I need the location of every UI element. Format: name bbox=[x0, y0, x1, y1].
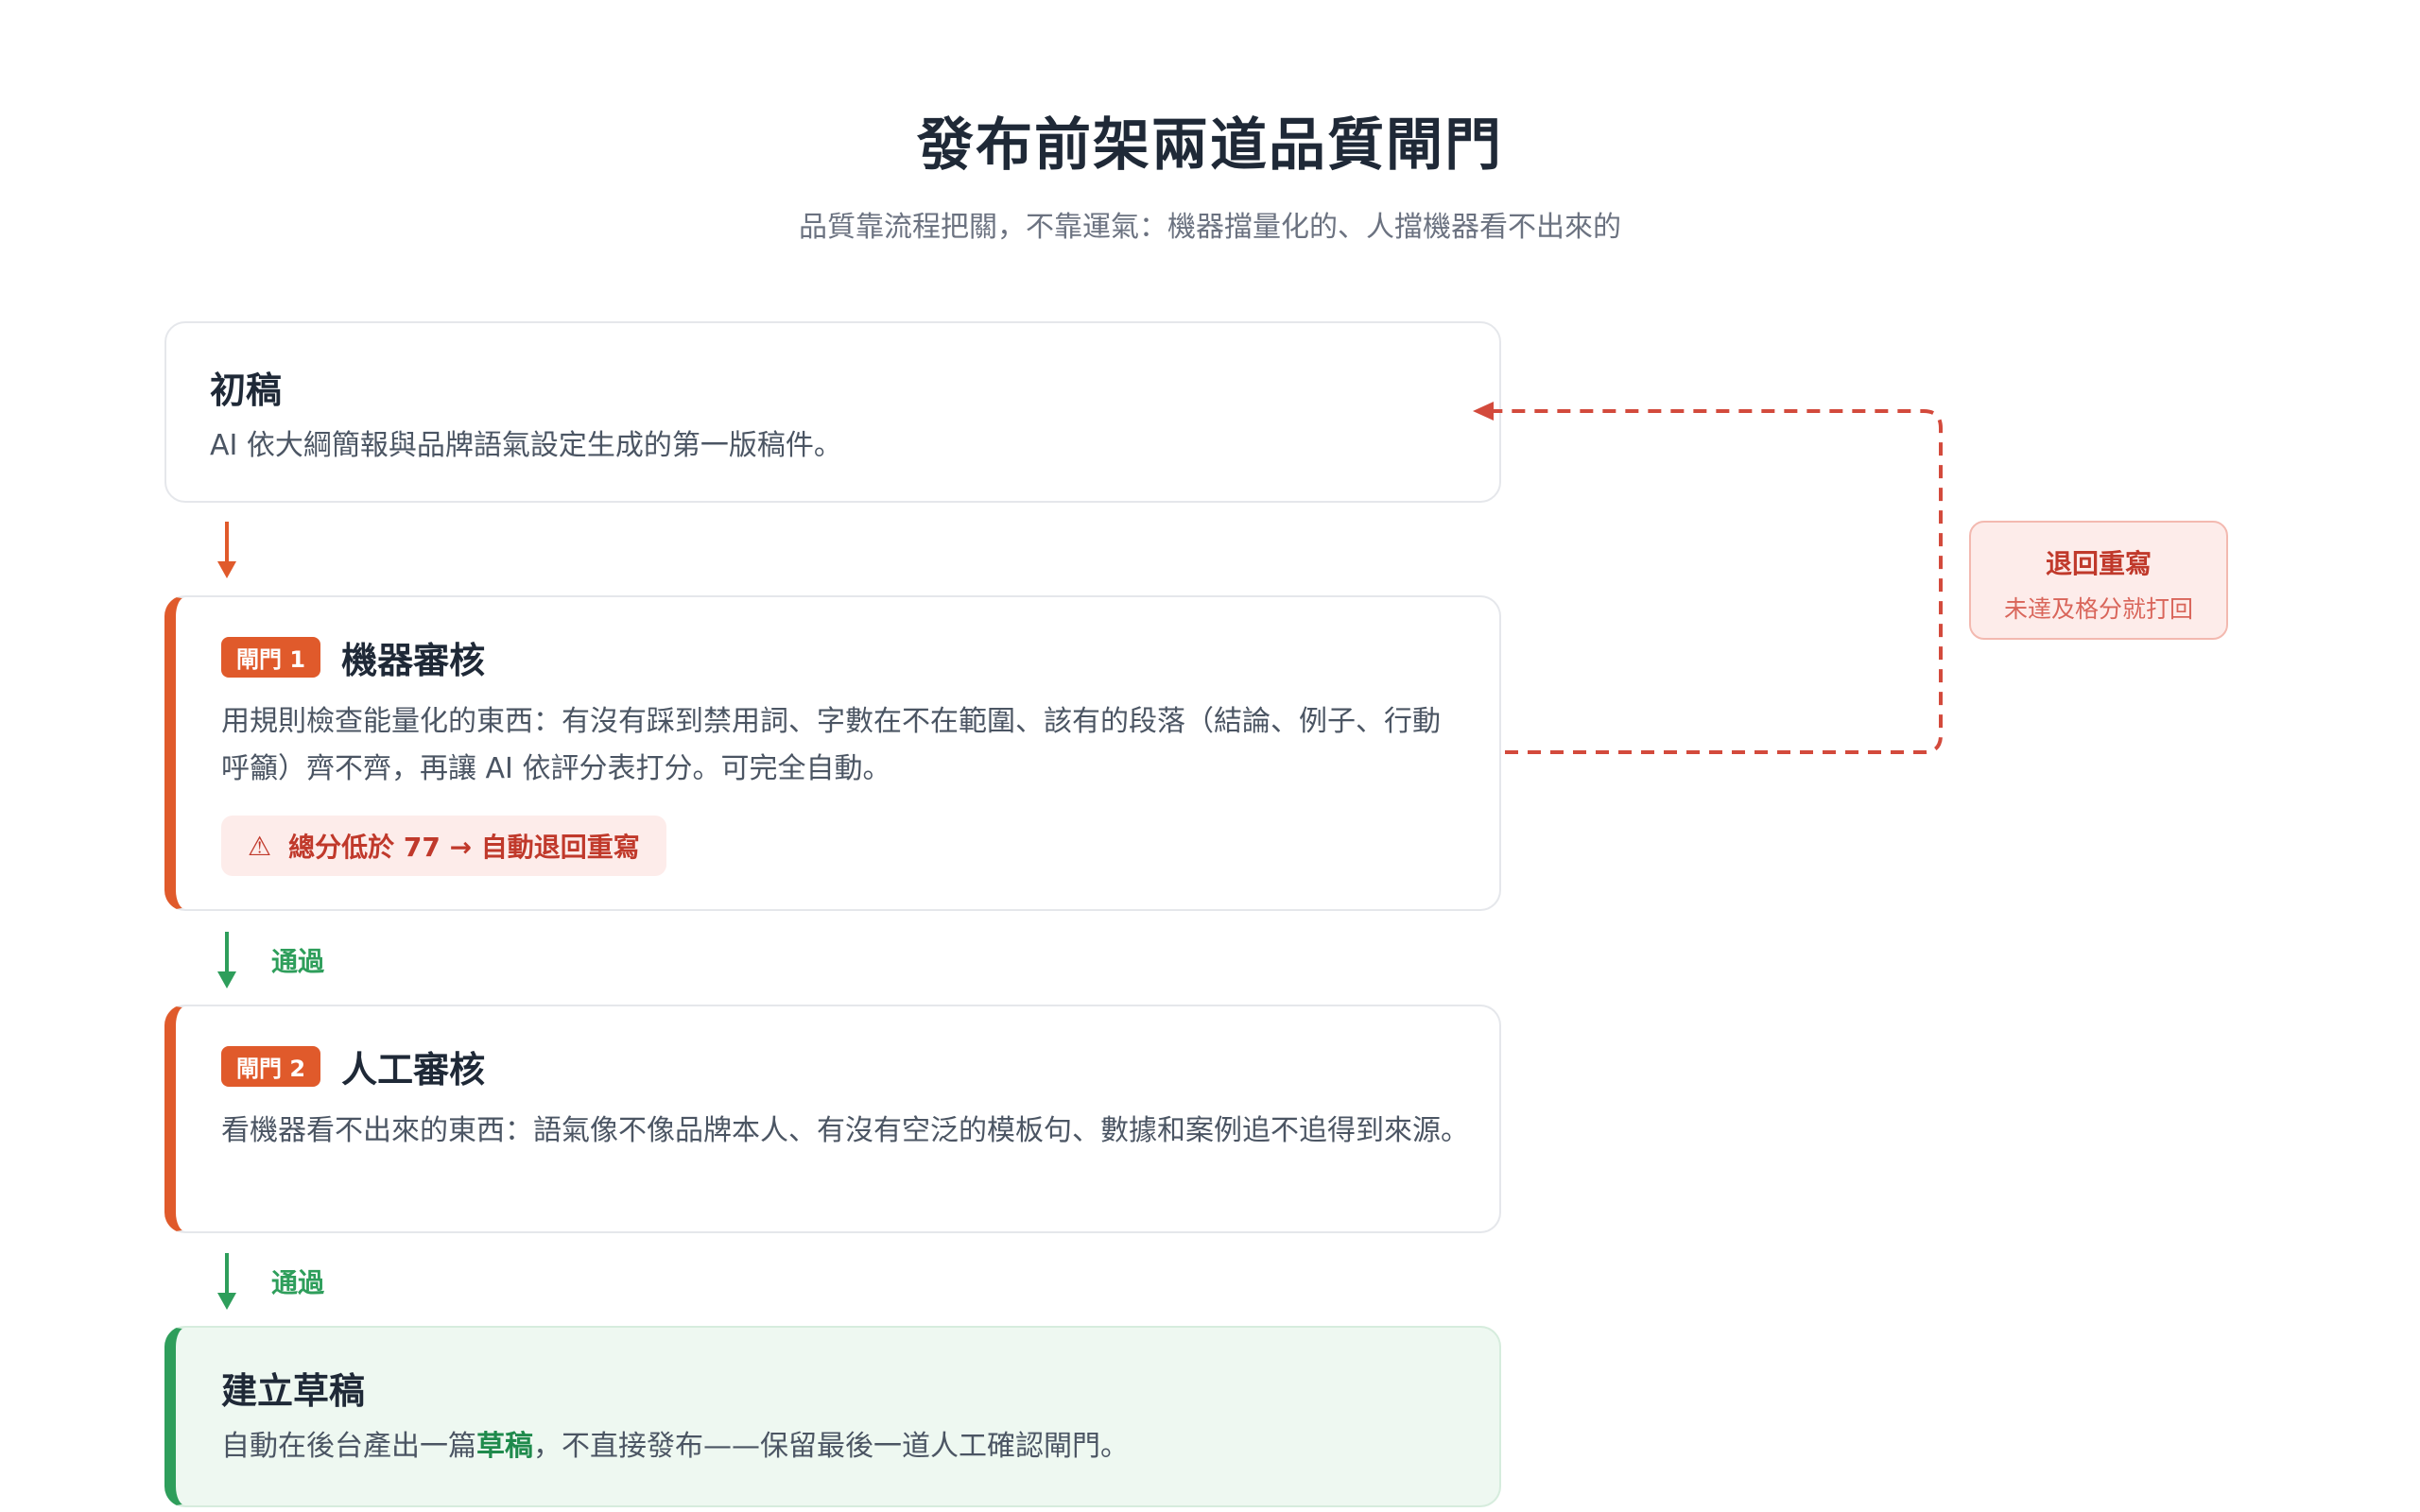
arrow-down-orange bbox=[217, 522, 236, 578]
flow-arrows bbox=[217, 402, 1943, 1310]
arrow-down-green-1 bbox=[217, 932, 236, 988]
arrow-down-green-2 bbox=[217, 1253, 236, 1310]
reject-loop-arrow bbox=[1473, 402, 1943, 754]
